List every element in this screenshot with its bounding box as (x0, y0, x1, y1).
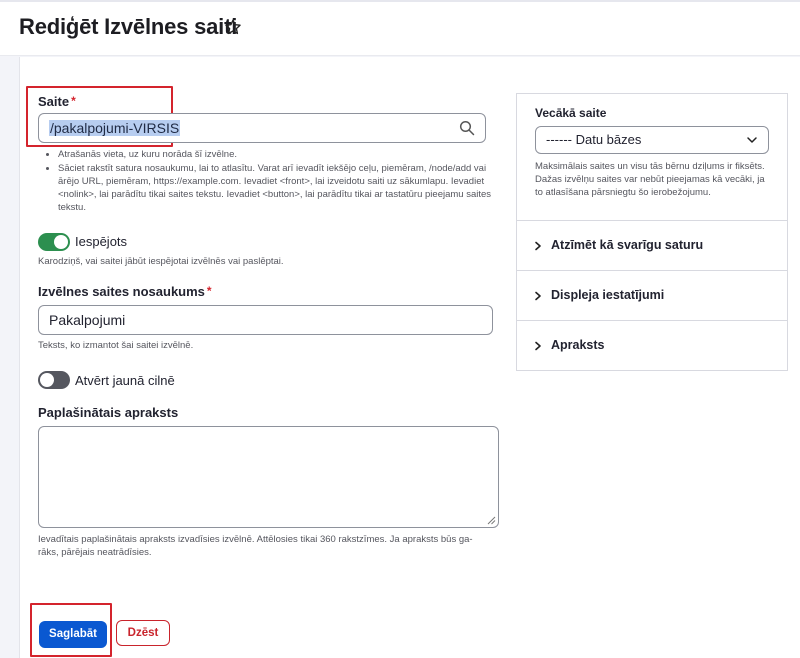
save-button[interactable]: Saglabāt (39, 621, 107, 648)
description-help: Ievadītais paplašinātais apraksts izvadī… (38, 534, 473, 558)
link-help-item: Sāciet rakstīt satura nosaukumu, lai to … (58, 162, 496, 214)
chevron-right-icon (535, 241, 541, 251)
parent-link-value: ------ Datu bāzes (546, 132, 642, 147)
top-border (0, 0, 800, 2)
search-icon (459, 120, 475, 136)
new-window-label: Atvērt jaunā cilnē (75, 373, 175, 388)
chevron-right-icon (535, 341, 541, 351)
description-label: Paplašinātais apraksts (38, 405, 179, 420)
accordion-label: Displeja iestatījumi (551, 288, 665, 302)
link-input[interactable]: /pakalpojumi-VIRSIS (38, 113, 486, 143)
chevron-down-icon (747, 137, 757, 143)
new-window-toggle[interactable] (38, 371, 70, 389)
page-header: Rediģēt Izvēlnes saiti (0, 0, 800, 56)
enabled-label: Iespējots (75, 234, 128, 249)
title-help: Teksts, ko izmantot šai saitei izvēlnē. (38, 340, 194, 351)
title-label: Izvēlnes saites nosaukums * (38, 284, 212, 299)
link-label: Saite * (38, 94, 76, 109)
accordion-label: Atzīmēt kā svarīgu saturu (551, 238, 704, 252)
star-icon[interactable] (224, 18, 242, 36)
title-input[interactable]: Pakalpojumi (38, 305, 493, 335)
accordion-important[interactable]: Atzīmēt kā svarīgu saturu (516, 221, 788, 271)
accordion-label: Apraksts (551, 338, 605, 352)
enabled-help: Karodziņš, vai saitei jābūt iespējotai i… (38, 256, 284, 267)
chevron-right-icon (535, 291, 541, 301)
accordion-display[interactable]: Displeja iestatījumi (516, 271, 788, 321)
delete-button[interactable]: Dzēst (116, 620, 170, 646)
link-input-value: /pakalpojumi-VIRSIS (49, 120, 181, 136)
description-textarea[interactable] (38, 426, 499, 528)
page-title: Rediģēt Izvēlnes saiti (19, 14, 238, 39)
enabled-toggle[interactable] (38, 233, 70, 251)
accordion-description[interactable]: Apraksts (516, 321, 788, 371)
link-help: Atrašanās vieta, uz kuru norāda šī izvēl… (44, 148, 496, 215)
resize-handle-icon[interactable] (486, 515, 496, 525)
parent-link-help: Maksimālais saites un visu tās bērnu dzi… (535, 161, 765, 198)
parent-link-title: Vecākā saite (535, 106, 607, 120)
parent-link-select[interactable]: ------ Datu bāzes (535, 126, 769, 154)
link-help-item: Atrašanās vieta, uz kuru norāda šī izvēl… (58, 148, 496, 161)
